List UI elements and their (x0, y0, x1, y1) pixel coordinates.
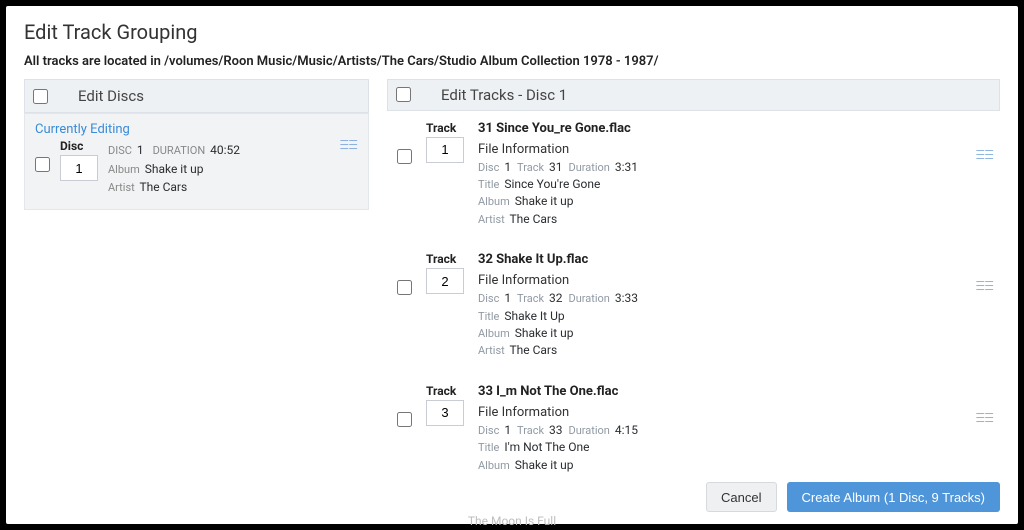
kv-album-value: Shake it up (515, 458, 574, 472)
kv-track-value: 32 (549, 291, 563, 305)
kv-album-label: Album (478, 195, 510, 208)
select-all-discs-checkbox[interactable] (33, 89, 48, 104)
disc-number-input[interactable] (60, 155, 98, 181)
edit-discs-header: Edit Discs (24, 79, 369, 113)
track-row: Track 32 Shake It Up.flac File Informati… (387, 242, 1000, 374)
track-filename: 32 Shake It Up.flac (478, 252, 962, 267)
kv-duration-label: Duration (568, 424, 609, 437)
kv-duration-value: 4:15 (615, 423, 638, 437)
drag-handle-icon[interactable]: ────── (976, 280, 994, 292)
currently-editing-label: Currently Editing (35, 122, 358, 137)
kv-disc-label: Disc (478, 161, 499, 174)
file-information-label: File Information (478, 273, 962, 288)
kv-album-label: Album (478, 327, 510, 340)
disc-meta-label: DISC (108, 144, 132, 157)
kv-track-value: 31 (549, 160, 563, 174)
kv-title-label: Title (478, 441, 499, 454)
kv-title-value: Since You're Gone (504, 177, 600, 191)
track-checkbox[interactable] (397, 412, 412, 427)
kv-duration-label: Duration (568, 292, 609, 305)
edit-discs-title: Edit Discs (78, 87, 144, 105)
track-field-label: Track (426, 121, 456, 135)
kv-title-value: I'm Not The One (504, 440, 589, 454)
kv-album-label: Album (478, 459, 510, 472)
kv-track-label: Track (517, 292, 544, 305)
disc-field-label: Disc (60, 139, 83, 153)
kv-duration-value: 3:31 (615, 160, 638, 174)
disc-checkbox[interactable] (35, 157, 50, 172)
kv-title-label: Title (478, 310, 499, 323)
subtitle-path: /volumes/Roon Music/Music/Artists/The Ca… (164, 54, 658, 69)
kv-disc-label: Disc (478, 292, 499, 305)
track-filename: 33 I_m Not The One.flac (478, 384, 962, 399)
kv-artist-label: Artist (478, 213, 505, 226)
edit-tracks-header: Edit Tracks - Disc 1 (387, 79, 1000, 111)
columns: Edit Discs Currently Editing Disc DISC 1 (24, 79, 1000, 476)
kv-disc-value: 1 (504, 291, 511, 305)
track-checkbox[interactable] (397, 280, 412, 295)
drag-handle-icon[interactable]: ────── (976, 149, 994, 161)
select-all-tracks-checkbox[interactable] (396, 87, 411, 102)
disc-meta-value: 1 (137, 143, 144, 157)
kv-disc-value: 1 (504, 423, 511, 437)
track-filename: 31 Since You_re Gone.flac (478, 121, 962, 136)
edit-tracks-column: Edit Tracks - Disc 1 Track 31 Since You_… (387, 79, 1000, 476)
edit-discs-column: Edit Discs Currently Editing Disc DISC 1 (24, 79, 369, 476)
subtitle-prefix: All tracks are located in (24, 54, 164, 69)
track-number-input[interactable] (426, 400, 464, 426)
kv-disc-value: 1 (504, 160, 511, 174)
file-information-label: File Information (478, 142, 962, 157)
create-album-button[interactable]: Create Album (1 Disc, 9 Tracks) (787, 482, 1001, 512)
path-subtitle: All tracks are located in /volumes/Roon … (24, 54, 1000, 69)
kv-album-value: Shake it up (515, 326, 574, 340)
track-list: Track 31 Since You_re Gone.flac File Inf… (387, 111, 1000, 476)
kv-album-value: Shake it up (515, 194, 574, 208)
track-number-input[interactable] (426, 268, 464, 294)
kv-artist-value: The Cars (509, 212, 557, 226)
drag-handle-icon[interactable]: ────── (976, 412, 994, 424)
track-checkbox[interactable] (397, 149, 412, 164)
disc-artist-value: The Cars (139, 180, 187, 194)
track-field-label: Track (426, 252, 456, 266)
file-information-label: File Information (478, 405, 962, 420)
kv-track-label: Track (517, 424, 544, 437)
cancel-button[interactable]: Cancel (706, 482, 776, 512)
edit-tracks-title: Edit Tracks - Disc 1 (441, 86, 567, 104)
track-row: Track 33 I_m Not The One.flac File Infor… (387, 374, 1000, 476)
duration-meta-label: DURATION (153, 144, 206, 157)
kv-artist-label: Artist (478, 344, 505, 357)
drag-handle-icon[interactable]: ────── (340, 139, 358, 151)
kv-track-label: Track (517, 161, 544, 174)
album-label: Album (108, 163, 140, 176)
track-field-label: Track (426, 384, 456, 398)
kv-disc-label: Disc (478, 424, 499, 437)
kv-track-value: 33 (549, 423, 563, 437)
kv-artist-value: The Cars (509, 343, 557, 357)
disc-album-value: Shake it up (145, 162, 204, 176)
kv-duration-label: Duration (568, 161, 609, 174)
kv-title-label: Title (478, 178, 499, 191)
dialog-window: Edit Track Grouping All tracks are locat… (6, 6, 1018, 524)
dialog-footer: Cancel Create Album (1 Disc, 9 Tracks) (24, 476, 1000, 512)
kv-title-value: Shake It Up (504, 309, 564, 323)
artist-label: Artist (108, 181, 135, 194)
background-now-playing: The Moon Is Full (468, 514, 556, 528)
disc-duration-value: 40:52 (210, 143, 240, 157)
kv-duration-value: 3:33 (615, 291, 638, 305)
dialog-title: Edit Track Grouping (24, 20, 1000, 44)
track-number-input[interactable] (426, 137, 464, 163)
disc-card: Currently Editing Disc DISC 1 DURATION (24, 113, 369, 210)
track-row: Track 31 Since You_re Gone.flac File Inf… (387, 111, 1000, 243)
